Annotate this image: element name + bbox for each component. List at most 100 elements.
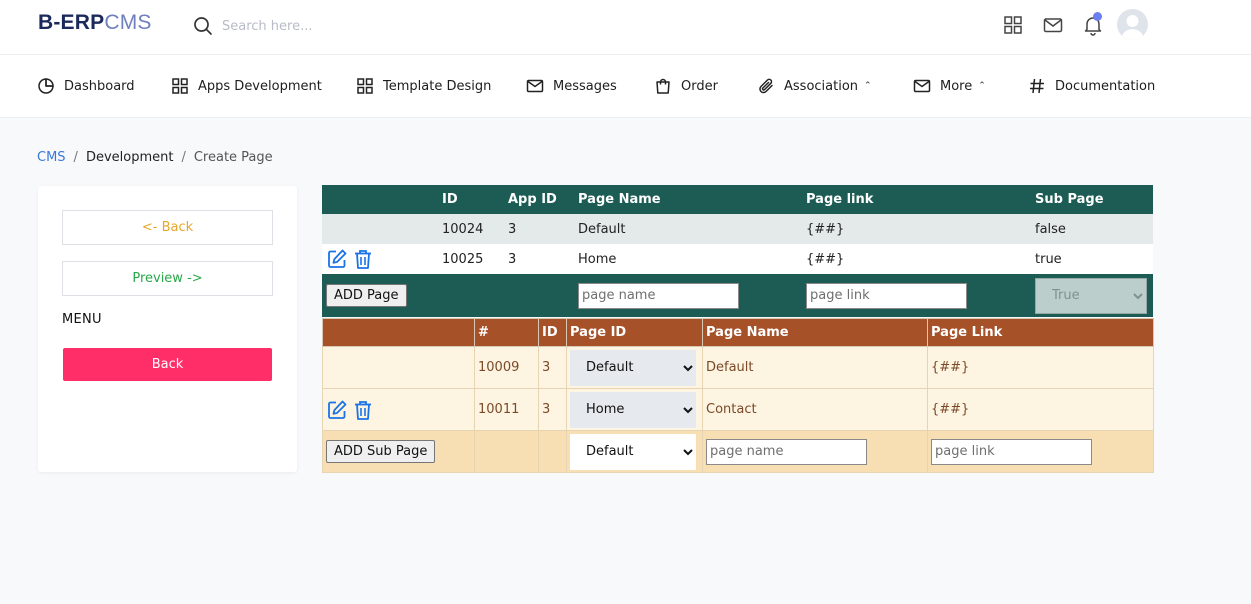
page-name-cell: Default — [702, 346, 928, 389]
column-header-sub-page: Sub Page — [1031, 185, 1153, 214]
back-button[interactable]: <- Back — [62, 210, 273, 245]
actions-cell — [322, 346, 475, 389]
grid-icon[interactable] — [1002, 14, 1024, 36]
main-nav: Dashboard Apps Development Template Desi… — [0, 55, 1251, 118]
nav-item-label: Association — [784, 78, 859, 94]
page-link-cell: {##} — [927, 346, 1154, 389]
app-id-cell: 3 — [504, 244, 574, 274]
breadcrumb-root-link[interactable]: CMS — [37, 150, 66, 165]
page-name-cell: Home — [574, 244, 802, 274]
column-header-actions — [322, 185, 438, 214]
actions-cell — [322, 214, 438, 244]
table-row[interactable]: 10009 3 Default Default {##} — [322, 346, 1154, 389]
mail-icon[interactable] — [1042, 14, 1064, 36]
actions-cell — [322, 388, 475, 431]
table-header-row: # ID Page ID Page Name Page Link — [322, 318, 1154, 347]
nav-item-apps-development[interactable]: Apps Development — [171, 74, 322, 98]
breadcrumb-current: Create Page — [193, 150, 273, 165]
search-icon[interactable] — [193, 16, 213, 36]
mail-icon — [913, 79, 931, 93]
sub-pages-table: # ID Page ID Page Name Page Link 10009 3… — [322, 318, 1154, 473]
nav-item-order[interactable]: Order — [654, 74, 718, 98]
page-name-cell: Default — [574, 214, 802, 244]
nav-item-label: Messages — [553, 78, 617, 94]
table-row[interactable]: 10024 3 Default {##} false — [322, 214, 1153, 244]
page-link-cell: {##} — [927, 388, 1154, 431]
sub-page-select[interactable]: True — [1035, 277, 1147, 314]
column-header-page-name: Page Name — [574, 185, 802, 214]
page-id-select[interactable]: Default — [570, 349, 696, 386]
pages-table: ID App ID Page Name Page link Sub Page 1… — [322, 185, 1153, 317]
sub-page-cell: false — [1031, 214, 1153, 244]
chevron-up-icon: ⌃ — [978, 81, 986, 91]
nav-item-more[interactable]: More ⌃ — [913, 74, 986, 98]
menu-heading: MENU — [62, 312, 102, 327]
grid-icon — [357, 78, 373, 94]
column-header-page-id: Page ID — [566, 318, 703, 347]
column-header-actions — [322, 318, 475, 347]
preview-button[interactable]: Preview -> — [62, 261, 273, 296]
sub-page-name-input[interactable] — [706, 438, 867, 465]
page-id-select[interactable]: Home — [570, 391, 696, 428]
page-name-input[interactable] — [578, 282, 739, 309]
column-header-page-link: Page link — [802, 185, 1031, 214]
page-link-input[interactable] — [806, 282, 967, 309]
search-input[interactable] — [222, 14, 462, 38]
breadcrumb-separator: / — [73, 150, 78, 165]
sub-page-link-input[interactable] — [931, 438, 1092, 465]
avatar[interactable] — [1117, 9, 1148, 40]
column-header-page-name: Page Name — [702, 318, 928, 347]
column-header-id: ID — [538, 318, 567, 347]
column-header-id: ID — [438, 185, 504, 214]
app-id-cell: 3 — [504, 214, 574, 244]
nav-item-label: Dashboard — [64, 78, 135, 94]
user-avatar-icon — [1121, 15, 1144, 40]
num-cell: 10011 — [474, 388, 539, 431]
column-header-app-id: App ID — [504, 185, 574, 214]
notification-dot — [1093, 12, 1102, 21]
shopping-bag-icon — [656, 78, 670, 94]
nav-item-label: Documentation — [1055, 78, 1156, 94]
menu-back-button[interactable]: Back — [63, 348, 272, 381]
table-header-row: ID App ID Page Name Page link Sub Page — [322, 185, 1153, 214]
num-cell: 10009 — [474, 346, 539, 389]
breadcrumb-separator: / — [181, 150, 186, 165]
id-cell: 10024 — [438, 214, 504, 244]
add-page-button[interactable]: ADD Page — [326, 284, 407, 307]
table-row[interactable]: 10025 3 Home {##} true — [322, 244, 1153, 274]
nav-item-template-design[interactable]: Template Design — [356, 74, 491, 98]
add-page-row: ADD Page True — [322, 274, 1153, 317]
top-bar: B-ERPCMS — [0, 0, 1251, 55]
hash-icon — [1030, 78, 1044, 94]
add-sub-page-button[interactable]: ADD Sub Page — [326, 440, 436, 463]
column-header-page-link: Page Link — [927, 318, 1154, 347]
id-cell: 3 — [538, 346, 567, 389]
nav-item-association[interactable]: Association ⌃ — [757, 74, 872, 98]
mail-icon — [526, 79, 544, 93]
brand-name-secondary: CMS — [104, 11, 152, 34]
breadcrumb: CMS / Development / Create Page — [37, 150, 273, 165]
edit-icon[interactable] — [326, 399, 348, 421]
add-sub-page-row: ADD Sub Page Default — [322, 430, 1154, 473]
trash-icon[interactable] — [352, 399, 374, 421]
breadcrumb-middle[interactable]: Development — [86, 150, 174, 165]
page-link-cell: {##} — [802, 244, 1031, 274]
column-header-num: # — [474, 318, 539, 347]
nav-item-dashboard[interactable]: Dashboard — [37, 74, 135, 98]
grid-icon — [172, 78, 188, 94]
brand-logo[interactable]: B-ERPCMS — [38, 11, 152, 35]
sub-page-id-select[interactable]: Default — [570, 433, 696, 470]
nav-item-label: Order — [681, 78, 718, 94]
nav-item-label: Apps Development — [198, 78, 322, 94]
edit-icon[interactable] — [326, 248, 348, 270]
nav-item-documentation[interactable]: Documentation — [1028, 74, 1155, 98]
paperclip-icon — [759, 78, 773, 94]
page-name-cell: Contact — [702, 388, 928, 431]
nav-item-messages[interactable]: Messages — [526, 74, 617, 98]
page-id-cell: Default — [566, 346, 703, 389]
page-id-cell: Home — [566, 388, 703, 431]
left-panel: <- Back Preview -> MENU Back — [38, 186, 297, 472]
table-row[interactable]: 10011 3 Home Contact {##} — [322, 388, 1154, 431]
trash-icon[interactable] — [352, 248, 374, 270]
pie-chart-icon — [38, 78, 54, 94]
